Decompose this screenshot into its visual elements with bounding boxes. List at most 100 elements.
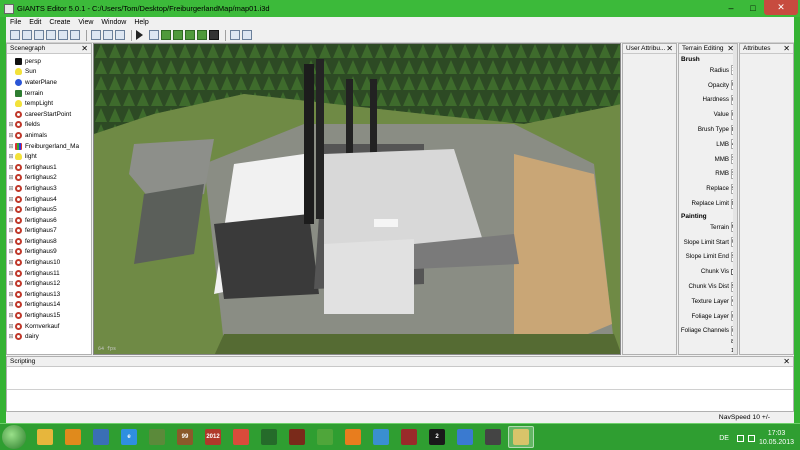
redo-icon[interactable]: [103, 30, 113, 40]
scenegraph-item[interactable]: ⊞ fertighaus3: [7, 183, 91, 194]
expand-icon[interactable]: ⊞: [7, 153, 15, 160]
undo-icon[interactable]: [91, 30, 101, 40]
taskbar-app-button[interactable]: [228, 426, 254, 448]
scenegraph-item[interactable]: tempLight: [7, 98, 91, 109]
expand-icon[interactable]: ⊞: [7, 238, 15, 245]
taskbar-app-button[interactable]: [32, 426, 58, 448]
snap-icon[interactable]: [230, 30, 240, 40]
grid-icon[interactable]: [242, 30, 252, 40]
scenegraph-item[interactable]: careerStartPoint: [7, 109, 91, 120]
expand-icon[interactable]: ⊞: [7, 280, 15, 287]
taskbar-app-button[interactable]: e: [116, 426, 142, 448]
play-icon[interactable]: [136, 30, 143, 40]
scenegraph-item[interactable]: Sun: [7, 67, 91, 78]
scenegraph-item[interactable]: waterPlane: [7, 77, 91, 88]
refresh-icon[interactable]: [115, 30, 125, 40]
expand-icon[interactable]: ⊞: [7, 312, 15, 319]
expand-icon[interactable]: ⊞: [7, 143, 15, 150]
save-as-icon[interactable]: [58, 30, 68, 40]
taskbar-app-button[interactable]: [396, 426, 422, 448]
scenegraph-item[interactable]: ⊞ fertighaus11: [7, 268, 91, 279]
open-folder-icon[interactable]: [22, 30, 32, 40]
scenegraph-item[interactable]: terrain: [7, 88, 91, 99]
scenegraph-item[interactable]: ⊞ fertighaus10: [7, 257, 91, 268]
taskbar-app-button[interactable]: [144, 426, 170, 448]
close-icon[interactable]: ✕: [783, 44, 790, 53]
3d-viewport[interactable]: 64 fps: [93, 43, 621, 355]
start-button[interactable]: [2, 425, 26, 449]
select-icon[interactable]: [149, 30, 159, 40]
terrain-info-icon[interactable]: [209, 30, 219, 40]
expand-icon[interactable]: ⊞: [7, 270, 15, 277]
clock[interactable]: 17:03 10.05.2013: [759, 429, 794, 447]
taskbar-app-button[interactable]: 99: [172, 426, 198, 448]
scenegraph-item[interactable]: ⊞ fertighaus2: [7, 173, 91, 184]
menu-help[interactable]: Help: [130, 19, 152, 26]
import-icon[interactable]: [34, 30, 44, 40]
expand-icon[interactable]: ⊞: [7, 301, 15, 308]
taskbar-app-button[interactable]: 2012: [200, 426, 226, 448]
scenegraph-item[interactable]: ⊞ fertighaus13: [7, 289, 91, 300]
taskbar-app-button[interactable]: [88, 426, 114, 448]
scenegraph-item[interactable]: ⊞ fertighaus8: [7, 236, 91, 247]
expand-icon[interactable]: ⊞: [7, 174, 15, 181]
expand-icon[interactable]: ⊞: [7, 206, 15, 213]
expand-icon[interactable]: ⊞: [7, 217, 15, 224]
scenegraph-item[interactable]: ⊞ fertighaus5: [7, 204, 91, 215]
terrain-smooth-icon[interactable]: [197, 30, 207, 40]
terrain-sculpt-icon[interactable]: [161, 30, 171, 40]
scenegraph-item[interactable]: ⊞ fertighaus1: [7, 162, 91, 173]
expand-icon[interactable]: ⊞: [7, 227, 15, 234]
close-icon[interactable]: ✕: [81, 44, 88, 53]
foliage-paint-icon[interactable]: [185, 30, 195, 40]
terrain-editing-scrollbar[interactable]: [733, 44, 737, 354]
maximize-button[interactable]: □: [742, 0, 764, 15]
taskbar-app-button[interactable]: 2: [424, 426, 450, 448]
expand-icon[interactable]: ⊞: [7, 259, 15, 266]
scenegraph-item[interactable]: persp: [7, 56, 91, 67]
export-icon[interactable]: [70, 30, 80, 40]
close-icon[interactable]: ✕: [666, 44, 673, 53]
close-icon[interactable]: ✕: [783, 357, 790, 366]
scenegraph-item[interactable]: ⊞ fertighaus14: [7, 300, 91, 311]
volume-icon[interactable]: [747, 434, 755, 442]
scenegraph-item[interactable]: ⊞ fertighaus15: [7, 310, 91, 321]
terrain-paint-icon[interactable]: [173, 30, 183, 40]
scenegraph-item[interactable]: ⊞ fertighaus12: [7, 278, 91, 289]
scenegraph-item[interactable]: ⊞ Freiburgerland_Ma: [7, 141, 91, 152]
menu-window[interactable]: Window: [97, 19, 130, 26]
expand-icon[interactable]: ⊞: [7, 121, 15, 128]
save-icon[interactable]: [46, 30, 56, 40]
minimize-button[interactable]: –: [720, 0, 742, 15]
network-icon[interactable]: [736, 434, 744, 442]
taskbar-app-button[interactable]: [256, 426, 282, 448]
expand-icon[interactable]: ⊞: [7, 196, 15, 203]
expand-icon[interactable]: ⊞: [7, 333, 15, 340]
taskbar-app-button[interactable]: [284, 426, 310, 448]
menu-edit[interactable]: Edit: [25, 19, 45, 26]
new-file-icon[interactable]: [10, 30, 20, 40]
taskbar-app-button[interactable]: [508, 426, 534, 448]
menu-view[interactable]: View: [74, 19, 97, 26]
scenegraph-item[interactable]: ⊞ light: [7, 151, 91, 162]
taskbar-app-button[interactable]: [312, 426, 338, 448]
scenegraph-item[interactable]: ⊞ fields: [7, 120, 91, 131]
taskbar-app-button[interactable]: [60, 426, 86, 448]
scenegraph-item[interactable]: ⊞ animals: [7, 130, 91, 141]
expand-icon[interactable]: ⊞: [7, 248, 15, 255]
close-button[interactable]: ✕: [764, 0, 798, 15]
scenegraph-item[interactable]: ⊞ fertighaus9: [7, 247, 91, 258]
expand-icon[interactable]: ⊞: [7, 185, 15, 192]
expand-icon[interactable]: ⊞: [7, 164, 15, 171]
expand-icon[interactable]: ⊞: [7, 132, 15, 139]
scenegraph-item[interactable]: ⊞ dairy: [7, 331, 91, 342]
scenegraph-item[interactable]: ⊞ Kornverkauf: [7, 321, 91, 332]
scenegraph-item[interactable]: ⊞ fertighaus7: [7, 226, 91, 237]
scenegraph-item[interactable]: ⊞ fertighaus6: [7, 215, 91, 226]
menu-create[interactable]: Create: [45, 19, 74, 26]
expand-icon[interactable]: ⊞: [7, 291, 15, 298]
scenegraph-item[interactable]: ⊞ fertighaus4: [7, 194, 91, 205]
language-indicator[interactable]: DE: [719, 435, 729, 442]
taskbar-app-button[interactable]: [340, 426, 366, 448]
taskbar-app-button[interactable]: [368, 426, 394, 448]
